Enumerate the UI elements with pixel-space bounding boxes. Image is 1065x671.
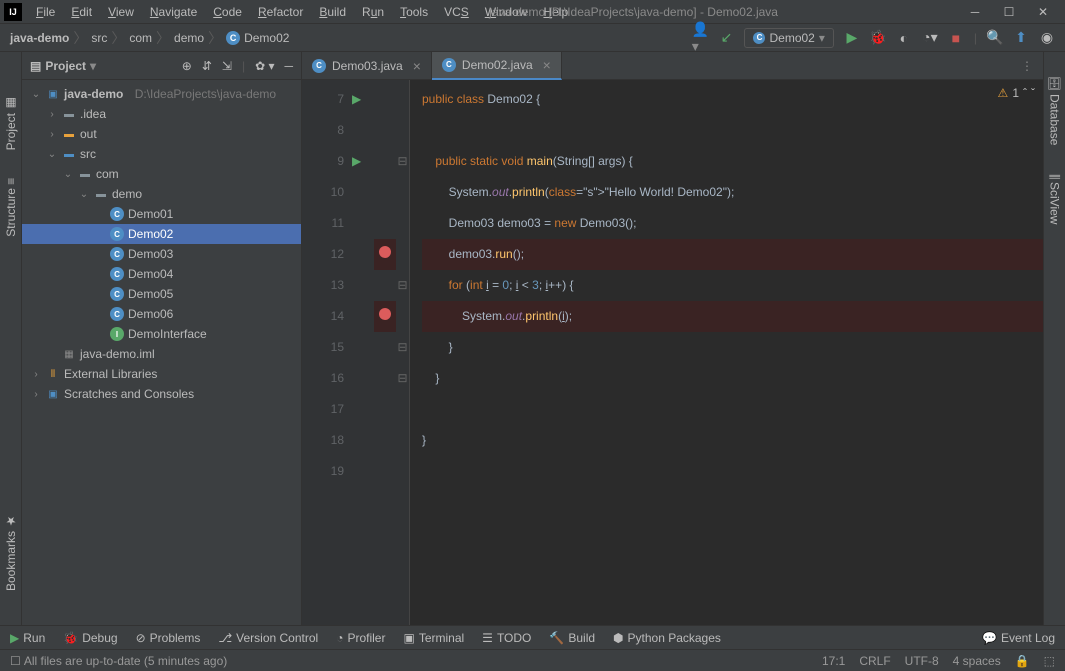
bb-problems[interactable]: ⊘ Problems [136, 631, 201, 645]
tab-bookmarks[interactable]: Bookmarks★ [2, 510, 20, 595]
tree-root[interactable]: ⌄▣java-demo D:\IdeaProjects\java-demo [22, 84, 301, 104]
tree-demo[interactable]: ⌄▬demo [22, 184, 301, 204]
tree-com[interactable]: ⌄▬com [22, 164, 301, 184]
crumb-project[interactable]: java-demo [10, 31, 69, 45]
tree-src[interactable]: ⌄▬src [22, 144, 301, 164]
close-icon[interactable]: × [543, 57, 551, 73]
tree-out[interactable]: ›▬out [22, 124, 301, 144]
close-button[interactable]: ✕ [1033, 4, 1053, 20]
tab-project[interactable]: Project▦ [2, 92, 20, 154]
tree-file-demointerface[interactable]: IDemoInterface [22, 324, 301, 344]
expand-all-icon[interactable]: ⇵ [202, 59, 212, 73]
crumb-com[interactable]: com [129, 31, 152, 45]
menu-code[interactable]: Code [205, 5, 250, 19]
tree-iml[interactable]: ▦java-demo.iml [22, 344, 301, 364]
status-encoding[interactable]: UTF-8 [905, 654, 939, 668]
minimize-button[interactable]: ─ [965, 4, 985, 20]
sync-icon[interactable]: ⬆ [1013, 30, 1029, 46]
bb-run[interactable]: ▶ Run [10, 631, 45, 645]
left-tool-strip: Project▦ Structure≡ Bookmarks★ [0, 52, 22, 625]
bb-vcs[interactable]: ⎇ Version Control [218, 631, 318, 645]
status-position[interactable]: 17:1 [822, 654, 845, 668]
maximize-button[interactable]: ☐ [999, 4, 1019, 20]
tree-file-demo01[interactable]: CDemo01 [22, 204, 301, 224]
menu-build[interactable]: Build [311, 5, 354, 19]
code-area[interactable]: ⚠1 ˆ ˇ 78910111213141516171819 ▶▶ ⊟⊟⊟⊟ p… [302, 80, 1043, 625]
stop-button[interactable]: ■ [948, 30, 964, 46]
select-opened-icon[interactable]: ⊕ [182, 59, 192, 73]
tree-file-demo06[interactable]: CDemo06 [22, 304, 301, 324]
menu-edit[interactable]: Edit [63, 5, 100, 19]
collapse-all-icon[interactable]: ⇲ [222, 59, 232, 73]
vcs-update-icon[interactable]: ↙ [718, 30, 734, 46]
run-line-marker[interactable]: ▶ [352, 92, 361, 106]
run-button[interactable]: ▶ [844, 30, 860, 46]
bb-debug[interactable]: 🐞 Debug [63, 631, 117, 645]
project-sidebar: ▤ Project ▾ ⊕ ⇵ ⇲ | ✿ ▾ ─ ⌄▣java-demo D:… [22, 52, 302, 625]
menu-refactor[interactable]: Refactor [250, 5, 311, 19]
tab-sciview[interactable]: ⫼SciView [1046, 170, 1064, 229]
tree-file-demo02[interactable]: CDemo02 [22, 224, 301, 244]
status-msg-icon[interactable]: ☐ [10, 654, 21, 668]
editor: CDemo03.java× CDemo02.java× ⋮ ⚠1 ˆ ˇ 789… [302, 52, 1043, 625]
menu-file[interactable]: File [28, 5, 63, 19]
status-lock-icon[interactable]: 🔒 [1015, 654, 1030, 668]
tree-file-demo03[interactable]: CDemo03 [22, 244, 301, 264]
right-tool-strip: 🗄Database ⫼SciView [1043, 52, 1065, 625]
tab-demo03[interactable]: CDemo03.java× [302, 52, 432, 80]
bb-build[interactable]: 🔨 Build [549, 631, 595, 645]
inspection-badge[interactable]: ⚠1 ˆ ˇ [998, 86, 1035, 100]
tree-file-demo04[interactable]: CDemo04 [22, 264, 301, 284]
navbar: java-demo 〉 src 〉 com 〉 demo 〉 CDemo02 👤… [0, 24, 1065, 52]
tree-file-demo05[interactable]: CDemo05 [22, 284, 301, 304]
status-indent[interactable]: 4 spaces [953, 654, 1001, 668]
menu-view[interactable]: View [100, 5, 142, 19]
menu-navigate[interactable]: Navigate [142, 5, 205, 19]
status-separator[interactable]: CRLF [859, 654, 890, 668]
menubar: IJ File Edit View Navigate Code Refactor… [0, 0, 1065, 24]
app-logo: IJ [4, 3, 22, 21]
ide-settings-icon[interactable]: ◉ [1039, 30, 1055, 46]
bb-todo[interactable]: ☰ TODO [482, 631, 531, 645]
crumb-src[interactable]: src [91, 31, 107, 45]
user-icon[interactable]: 👤▾ [692, 30, 708, 46]
statusbar: ☐ All files are up-to-date (5 minutes ag… [0, 649, 1065, 671]
tree-external-libs[interactable]: ›⫴External Libraries [22, 364, 301, 384]
menu-tools[interactable]: Tools [392, 5, 436, 19]
status-message: All files are up-to-date (5 minutes ago) [24, 654, 227, 668]
bb-eventlog[interactable]: 💬 Event Log [982, 631, 1055, 645]
search-icon[interactable]: 🔍 [987, 30, 1003, 46]
run-line-marker[interactable]: ▶ [352, 154, 361, 168]
settings-icon[interactable]: ✿ ▾ [255, 59, 274, 73]
coverage-button[interactable]: ◐ [896, 30, 912, 46]
tree-idea[interactable]: ›▬.idea [22, 104, 301, 124]
window-title: java-demo [D:\IdeaProjects\java-demo] - … [489, 5, 778, 19]
breakpoint-icon[interactable] [379, 308, 391, 320]
tab-structure[interactable]: Structure≡ [2, 174, 20, 241]
crumb-demo[interactable]: demo [174, 31, 204, 45]
bb-python[interactable]: ⬢ Python Packages [613, 631, 721, 645]
debug-button[interactable]: 🐞 [870, 30, 886, 46]
bb-profiler[interactable]: ◔ Profiler [336, 631, 385, 645]
profile-button[interactable]: ◔▾ [922, 30, 938, 46]
status-widget-icon[interactable]: ⬚ [1044, 654, 1055, 668]
tree-scratches[interactable]: ›▣Scratches and Consoles [22, 384, 301, 404]
tab-database[interactable]: 🗄Database [1046, 72, 1064, 150]
menu-run[interactable]: Run [354, 5, 392, 19]
bottom-bar: ▶ Run 🐞 Debug ⊘ Problems ⎇ Version Contr… [0, 625, 1065, 649]
hide-icon[interactable]: ─ [284, 59, 293, 73]
run-config-selector[interactable]: CDemo02 ▾ [744, 28, 833, 48]
tab-demo02[interactable]: CDemo02.java× [432, 52, 562, 80]
close-icon[interactable]: × [413, 58, 421, 74]
sidebar-title[interactable]: ▤ Project ▾ [30, 59, 96, 73]
breakpoint-icon[interactable] [379, 246, 391, 258]
bb-terminal[interactable]: ▣ Terminal [403, 631, 464, 645]
breadcrumb: java-demo 〉 src 〉 com 〉 demo 〉 CDemo02 [10, 28, 289, 48]
tab-menu-icon[interactable]: ⋮ [1011, 59, 1043, 73]
menu-vcs[interactable]: VCS [436, 5, 477, 19]
crumb-class[interactable]: CDemo02 [226, 31, 289, 45]
project-tree: ⌄▣java-demo D:\IdeaProjects\java-demo ›▬… [22, 80, 301, 625]
editor-tabs: CDemo03.java× CDemo02.java× ⋮ [302, 52, 1043, 80]
